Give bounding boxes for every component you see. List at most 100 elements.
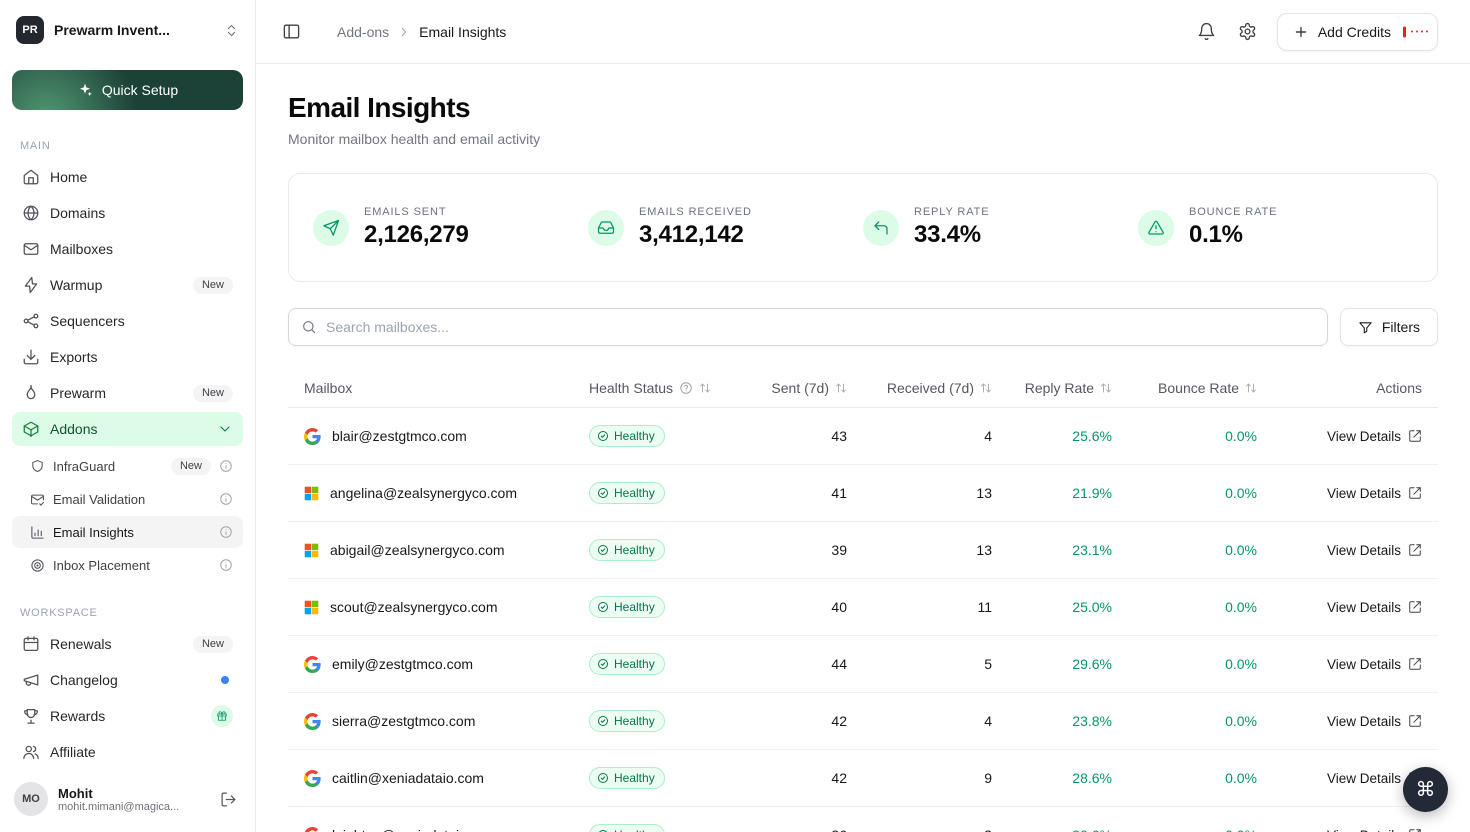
sidebar-item-label: Inbox Placement xyxy=(53,558,150,573)
view-details-link[interactable]: View Details xyxy=(1327,486,1422,501)
sidebar-item-rewards[interactable]: Rewards xyxy=(12,699,243,733)
sort-icon xyxy=(1245,382,1257,394)
info-icon[interactable] xyxy=(219,492,233,506)
sort-icon xyxy=(699,382,711,394)
view-details-link[interactable]: View Details xyxy=(1327,429,1422,444)
sidebar-toggle-button[interactable] xyxy=(278,18,305,45)
add-credits-label: Add Credits xyxy=(1318,24,1391,40)
add-credits-button[interactable]: Add Credits xyxy=(1277,13,1438,51)
col-health-status[interactable]: Health Status xyxy=(573,380,753,396)
main-nav: Home Domains Mailboxes Warmup New Sequen… xyxy=(12,160,243,581)
view-details-link[interactable]: View Details xyxy=(1327,657,1422,672)
sidebar-item-inbox-placement[interactable]: Inbox Placement xyxy=(12,549,243,581)
sidebar-item-affiliate[interactable]: Affiliate xyxy=(12,735,243,769)
filters-button[interactable]: Filters xyxy=(1340,308,1438,346)
sent-value: 44 xyxy=(753,656,863,672)
search-box xyxy=(288,308,1328,346)
zap-icon xyxy=(22,276,40,294)
sidebar-item-warmup[interactable]: Warmup New xyxy=(12,268,243,302)
user-card[interactable]: MO Mohit mohit.mimani@magica... xyxy=(0,770,255,832)
info-icon[interactable] xyxy=(219,459,233,473)
mailbox-email: scout@zealsynergyco.com xyxy=(330,599,498,615)
table-row: leighton@xeniadataio.com Healthy 36 3 30… xyxy=(288,807,1438,832)
health-status-badge: Healthy xyxy=(589,596,665,618)
command-palette-button[interactable]: ⌘ xyxy=(1403,767,1448,812)
microsoft-icon xyxy=(304,543,319,558)
view-details-link[interactable]: View Details xyxy=(1327,714,1422,729)
reply-rate-value: 28.6% xyxy=(1008,770,1128,786)
quick-setup-button[interactable]: Quick Setup xyxy=(12,70,243,110)
external-link-icon xyxy=(1408,714,1422,728)
col-mailbox: Mailbox xyxy=(288,380,573,396)
info-icon[interactable] xyxy=(219,558,233,572)
col-bounce-rate[interactable]: Bounce Rate xyxy=(1128,380,1273,396)
view-details-link[interactable]: View Details xyxy=(1327,543,1422,558)
sidebar-item-mailboxes[interactable]: Mailboxes xyxy=(12,232,243,266)
col-label: Received (7d) xyxy=(887,380,974,396)
sidebar-item-domains[interactable]: Domains xyxy=(12,196,243,230)
search-input[interactable] xyxy=(326,319,1315,335)
sidebar-item-prewarm[interactable]: Prewarm New xyxy=(12,376,243,410)
new-badge: New xyxy=(193,385,233,402)
sidebar-item-sequencers[interactable]: Sequencers xyxy=(12,304,243,338)
sidebar-item-renewals[interactable]: Renewals New xyxy=(12,627,243,661)
sparkles-icon xyxy=(77,82,93,98)
topbar-actions: Add Credits xyxy=(1195,13,1438,51)
health-status-badge: Healthy xyxy=(589,425,665,447)
stat-bounce-rate: BOUNCE RATE 0.1% xyxy=(1138,206,1413,249)
sidebar-item-addons[interactable]: Addons xyxy=(12,412,243,446)
view-details-label: View Details xyxy=(1327,657,1401,672)
sidebar-item-label: Warmup xyxy=(50,277,102,293)
notifications-button[interactable] xyxy=(1195,20,1218,43)
col-received[interactable]: Received (7d) xyxy=(863,380,1008,396)
view-details-label: View Details xyxy=(1327,486,1401,501)
table-row: emily@zestgtmco.com Healthy 44 5 29.6% xyxy=(288,636,1438,693)
health-status-text: Healthy xyxy=(614,543,655,557)
view-details-label: View Details xyxy=(1327,771,1401,786)
external-link-icon xyxy=(1408,429,1422,443)
col-label: Sent (7d) xyxy=(771,380,829,396)
sidebar-item-email-insights[interactable]: Email Insights xyxy=(12,516,243,548)
view-details-link[interactable]: View Details xyxy=(1327,600,1422,615)
page-content: Email Insights Monitor mailbox health an… xyxy=(256,64,1470,832)
mailbox-email: angelina@zealsynergyco.com xyxy=(330,485,517,501)
reply-rate-value: 25.6% xyxy=(1008,428,1128,444)
settings-button[interactable] xyxy=(1236,20,1259,43)
col-reply-rate[interactable]: Reply Rate xyxy=(1008,380,1128,396)
table-row: scout@zealsynergyco.com Healthy 40 11 25… xyxy=(288,579,1438,636)
send-icon xyxy=(313,210,349,246)
view-details-label: View Details xyxy=(1327,714,1401,729)
search-icon xyxy=(301,319,317,335)
stat-value: 3,412,142 xyxy=(639,221,752,249)
page-subtitle: Monitor mailbox health and email activit… xyxy=(288,131,1438,147)
workspace-name: Prewarm Invent... xyxy=(54,22,214,38)
filters-label: Filters xyxy=(1382,319,1420,335)
bounce-rate-value: 0.0% xyxy=(1128,827,1273,832)
user-name: Mohit xyxy=(58,786,206,801)
bounce-rate-value: 0.0% xyxy=(1128,713,1273,729)
sidebar-item-changelog[interactable]: Changelog xyxy=(12,663,243,697)
received-value: 4 xyxy=(863,713,1008,729)
workspace-switcher[interactable]: PR Prewarm Invent... xyxy=(12,12,243,48)
microsoft-icon xyxy=(304,486,319,501)
breadcrumb-parent[interactable]: Add-ons xyxy=(337,24,389,40)
sidebar-item-infraguard[interactable]: InfraGuard New xyxy=(12,450,243,482)
health-status-badge: Healthy xyxy=(589,539,665,561)
info-icon[interactable] xyxy=(219,525,233,539)
external-link-icon xyxy=(1408,657,1422,671)
help-circle-icon[interactable] xyxy=(679,381,693,395)
sidebar-item-exports[interactable]: Exports xyxy=(12,340,243,374)
gift-badge-icon xyxy=(211,705,233,727)
view-details-label: View Details xyxy=(1327,828,1401,832)
logout-button[interactable] xyxy=(216,787,241,812)
sort-icon xyxy=(835,382,847,394)
health-status-badge: Healthy xyxy=(589,767,665,789)
health-status-badge: Healthy xyxy=(589,710,665,732)
bell-icon xyxy=(1197,22,1216,41)
sidebar-item-home[interactable]: Home xyxy=(12,160,243,194)
received-value: 5 xyxy=(863,656,1008,672)
sidebar-item-email-validation[interactable]: Email Validation xyxy=(12,483,243,515)
col-sent[interactable]: Sent (7d) xyxy=(753,380,863,396)
view-details-link[interactable]: View Details xyxy=(1327,828,1422,832)
sidebar-item-label: Sequencers xyxy=(50,313,125,329)
